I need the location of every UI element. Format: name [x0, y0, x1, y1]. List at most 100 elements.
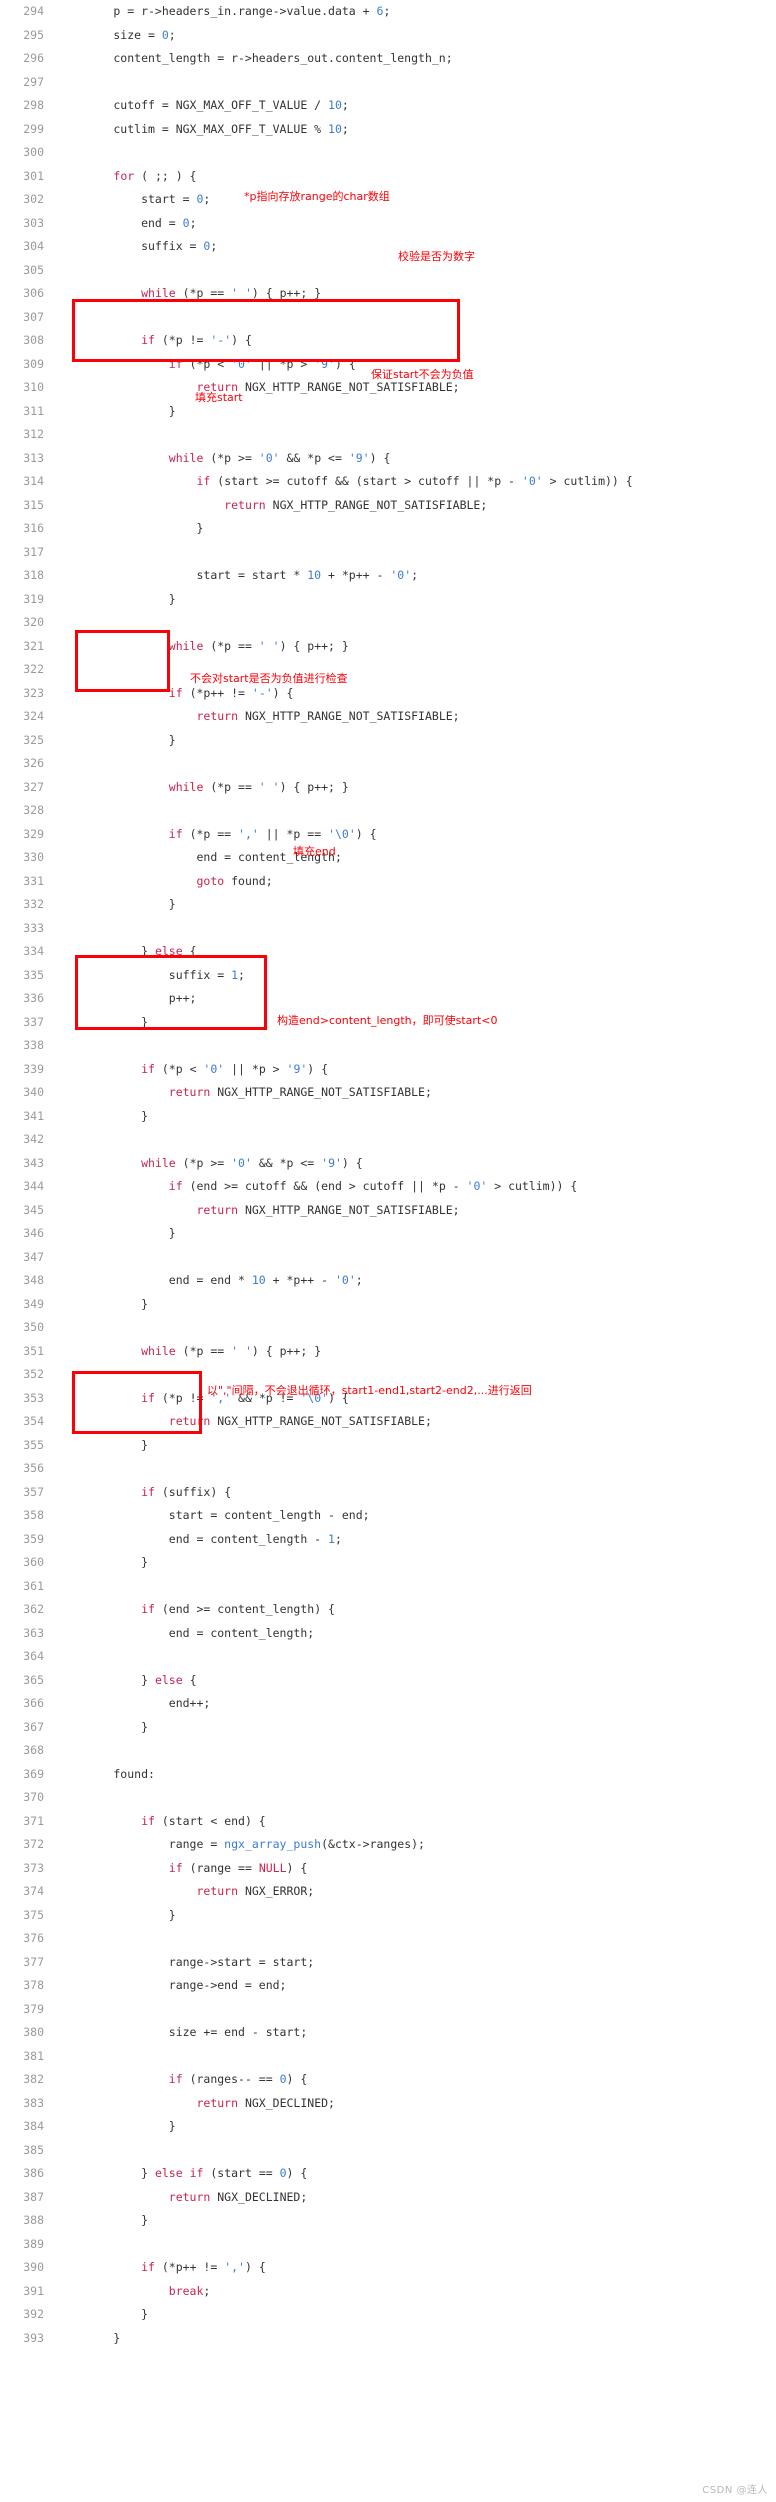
code-token: '0'	[231, 356, 252, 371]
line-number: 316	[23, 521, 44, 535]
code-token: p = r->headers_in.range->value.data +	[58, 4, 377, 18]
code-line: 350	[0, 1316, 776, 1340]
code-text: found:	[58, 1763, 155, 1787]
code-token: break	[168, 2283, 204, 2298]
line-number: 347	[23, 1249, 44, 1264]
code-text: return NGX_HTTP_RANGE_NOT_SATISFIABLE;	[58, 1410, 432, 1434]
code-token: 10	[251, 1273, 266, 1287]
code-text: if (*p < '0' || *p > '9') {	[58, 1058, 328, 1082]
code-token: NGX_HTTP_RANGE_NOT_SATISFIABLE;	[238, 709, 460, 723]
code-token: NGX_HTTP_RANGE_NOT_SATISFIABLE;	[265, 497, 488, 512]
code-token: }	[58, 732, 176, 747]
code-text: }	[58, 1105, 148, 1129]
code-line: 360 }	[0, 1551, 776, 1575]
code-line: 348 end = end * 10 + *p++ - '0';	[0, 1269, 776, 1293]
line-number: 391	[23, 2283, 44, 2298]
code-token: ;	[383, 4, 391, 18]
code-token: }	[58, 403, 176, 418]
line-number: 367	[23, 1719, 44, 1734]
code-token: ) {	[369, 450, 391, 465]
code-token: {	[182, 944, 197, 958]
code-text: }	[58, 1551, 148, 1575]
line-number: 387	[23, 2189, 44, 2204]
code-token: if	[168, 2072, 183, 2086]
code-line: 369 found:	[0, 1763, 776, 1787]
line-number: 304	[23, 239, 44, 253]
annot-comma-separated-ranges: 以","间隔，不会退出循环，start1-end1,start2-end2,..…	[207, 1384, 532, 1397]
code-token: ;	[355, 1273, 363, 1287]
code-token: ;	[341, 98, 349, 112]
code-line: 336 p++;	[0, 987, 776, 1011]
line-number: 334	[23, 944, 44, 958]
line-number: 345	[23, 1202, 44, 1217]
code-line: 380 size += end - start;	[0, 2021, 776, 2045]
code-line: 335 suffix = 1;	[0, 964, 776, 988]
code-token: ','	[224, 2260, 245, 2274]
line-number: 369	[23, 1766, 44, 1781]
line-number: 328	[23, 803, 44, 817]
code-token: range =	[58, 1837, 225, 1851]
code-token: '9'	[321, 1155, 342, 1170]
line-number: 389	[23, 2236, 44, 2251]
code-token: && *p <=	[279, 450, 349, 465]
code-token: 10	[307, 568, 322, 582]
line-number: 359	[23, 1531, 44, 1546]
code-text: p = r->headers_in.range->value.data + 6;	[58, 0, 390, 24]
code-token: ' '	[231, 286, 252, 300]
code-token: }	[58, 1907, 176, 1922]
code-token: && *p <=	[251, 1155, 322, 1170]
code-line: 375 }	[0, 1904, 776, 1928]
code-token: if	[168, 1179, 183, 1193]
code-token: '0'	[390, 568, 412, 582]
line-number: 324	[23, 709, 44, 723]
line-number: 322	[23, 662, 44, 676]
line-number: 330	[23, 850, 44, 864]
line-number: 348	[23, 1273, 44, 1287]
code-text: if (start >= cutoff && (start > cutoff |…	[58, 470, 632, 494]
code-line: 324 return NGX_HTTP_RANGE_NOT_SATISFIABL…	[0, 705, 776, 729]
code-token: content_length = r->headers_out.content_…	[58, 51, 453, 65]
code-token: ) {	[307, 1061, 329, 1076]
line-number: 349	[23, 1296, 44, 1311]
code-token: ;	[341, 121, 349, 136]
line-number: 380	[23, 2025, 44, 2039]
code-line: 379	[0, 1998, 776, 2022]
line-number: 392	[23, 2307, 44, 2321]
line-number: 373	[23, 1860, 44, 1875]
code-token: end = end *	[58, 1273, 252, 1287]
line-number: 352	[23, 1367, 44, 1381]
code-text: range->end = end;	[58, 1974, 287, 1998]
line-number: 340	[23, 1085, 44, 1099]
code-token: (*p ==	[203, 638, 259, 653]
code-text: if (start < end) {	[58, 1810, 266, 1834]
line-number: 344	[23, 1179, 44, 1193]
code-token: + *p++ -	[265, 1273, 335, 1287]
line-number: 308	[23, 333, 44, 347]
code-text: start = start * 10 + *p++ - '0';	[58, 564, 418, 588]
code-line: 357 if (suffix) {	[0, 1481, 776, 1505]
code-line: 381	[0, 2045, 776, 2069]
code-line: 344 if (end >= cutoff && (end > cutoff |…	[0, 1175, 776, 1199]
code-text: return NGX_HTTP_RANGE_NOT_SATISFIABLE;	[58, 1199, 459, 1223]
code-text: end = end * 10 + *p++ - '0';	[58, 1269, 363, 1293]
code-text: while (*p == ' ') { p++; }	[58, 282, 321, 306]
code-line: 306 while (*p == ' ') { p++; }	[0, 282, 776, 306]
code-text: if (end >= cutoff && (end > cutoff || *p…	[58, 1175, 578, 1199]
line-number: 310	[23, 380, 44, 394]
code-token: || *p ==	[258, 826, 329, 841]
code-token: p++;	[58, 991, 197, 1005]
line-number: 309	[23, 356, 44, 371]
code-text: }	[58, 1011, 148, 1035]
code-line: 340 return NGX_HTTP_RANGE_NOT_SATISFIABL…	[0, 1081, 776, 1105]
code-line: 391 break;	[0, 2280, 776, 2304]
line-number: 350	[23, 1320, 44, 1334]
code-line: 388 }	[0, 2209, 776, 2233]
code-token: if	[141, 1061, 155, 1076]
